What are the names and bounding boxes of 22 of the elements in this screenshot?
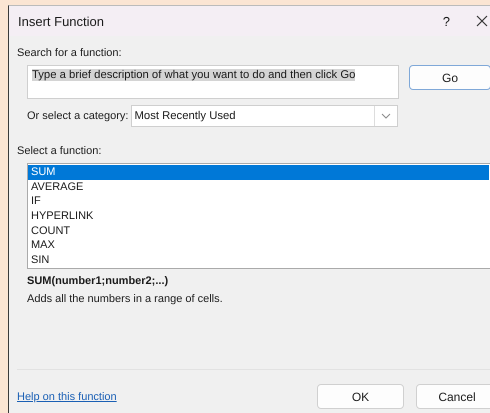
function-signature: SUM(number1;number2;...) — [27, 275, 170, 287]
category-label: Or select a category: — [27, 110, 128, 122]
go-button[interactable]: Go — [409, 65, 490, 90]
cancel-button[interactable]: Cancel — [416, 384, 490, 409]
function-item[interactable]: SIN — [28, 253, 489, 268]
function-item[interactable]: IF — [28, 194, 489, 210]
search-field[interactable]: Type a brief description of what you want to do and then click Go — [27, 65, 399, 99]
ok-button[interactable]: OK — [317, 384, 404, 409]
help-button[interactable]: ? — [442, 14, 450, 28]
help-link[interactable]: Help on this function — [17, 390, 317, 402]
function-item[interactable]: MAX — [28, 238, 489, 254]
close-icon[interactable] — [476, 15, 488, 27]
function-item[interactable]: HYPERLINK — [28, 209, 489, 224]
function-list-label: Select a function: — [17, 145, 102, 157]
caret-icon — [380, 113, 390, 119]
window-title: Insert Function — [18, 14, 105, 28]
function-item[interactable]: AVERAGE — [28, 180, 489, 194]
function-item[interactable]: SUM — [28, 165, 489, 180]
category-dropdown[interactable]: Most Recently Used — [130, 105, 398, 127]
function-item[interactable]: COUNT — [28, 224, 489, 238]
function-description: Adds all the numbers in a range of cells. — [27, 293, 224, 305]
search-label: Search for a function: — [17, 47, 123, 59]
